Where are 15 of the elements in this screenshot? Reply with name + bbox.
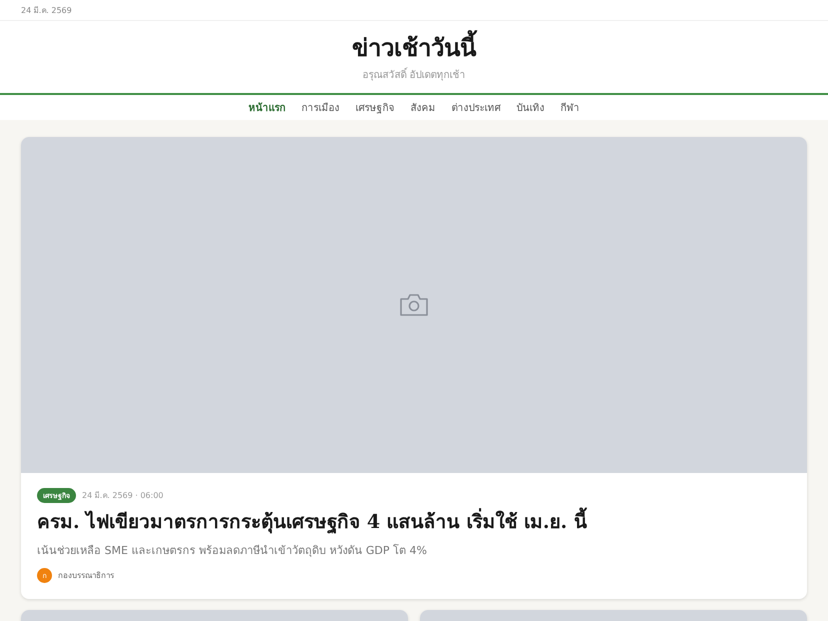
nav-link[interactable]: กีฬา: [560, 100, 580, 115]
nav-link[interactable]: เศรษฐกิจ: [356, 100, 394, 115]
article-headline[interactable]: ครม. ไฟเขียวมาตรการกระตุ้นเศรษฐกิจ 4 แสนล้าน เริ่มใช้ เม.ย. นี้: [37, 509, 791, 535]
nav-link[interactable]: การเมือง: [302, 100, 340, 115]
nav-link[interactable]: ต่างประเทศ: [452, 100, 500, 115]
article-summary: เน้นช่วยเหลือ SME และเกษตรกร พร้อมลดภาษีนำเข้าวัตถุดิบ หวังดัน GDP โต 4%: [37, 543, 428, 559]
date-text: 24 มี.ค. 2569: [21, 4, 72, 16]
tagline: อรุณสวัสดิ์ อัปเดตทุกเช้า: [0, 67, 828, 82]
author-name: กองบรรณาธิการ: [58, 570, 114, 582]
site-title: ข่าวเช้าวันนี้: [352, 31, 476, 65]
publish-time: 24 มี.ค. 2569 · 06:00: [82, 490, 164, 502]
nav-link[interactable]: หน้าแรก: [248, 100, 286, 115]
nav-link[interactable]: บันเทิง: [516, 100, 544, 115]
camera-icon: [399, 293, 429, 317]
nav-link[interactable]: สังคม: [410, 100, 436, 115]
